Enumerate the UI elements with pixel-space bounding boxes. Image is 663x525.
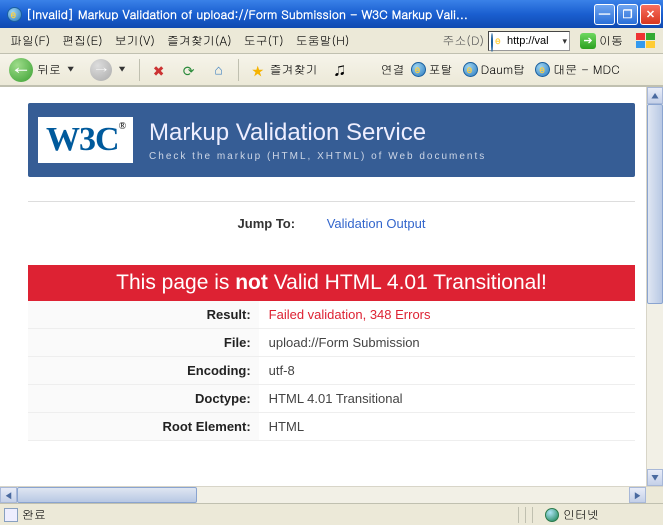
- go-label: 이동: [599, 32, 623, 49]
- status-separator: [525, 507, 526, 523]
- media-button[interactable]: 🎜: [327, 60, 353, 80]
- ie-page-icon: [411, 62, 426, 77]
- doctype-header: Doctype:: [28, 385, 259, 413]
- scroll-down-button[interactable]: ▼: [647, 469, 663, 486]
- file-header: File:: [28, 329, 259, 357]
- page-title: Markup Validation Service: [149, 119, 486, 147]
- menu-help[interactable]: 도움말(H): [290, 29, 356, 52]
- stop-icon: ✖: [151, 62, 167, 78]
- refresh-button[interactable]: ⟳: [176, 60, 202, 80]
- content-viewport: W3C® Markup Validation Service Check the…: [0, 86, 663, 486]
- back-arrow-icon: ←: [9, 58, 33, 82]
- file-value: upload://Form Submission: [259, 329, 635, 357]
- result-header: Result:: [28, 301, 259, 329]
- status-text: 완료: [22, 506, 46, 523]
- scroll-thumb[interactable]: [647, 104, 663, 304]
- home-icon: ⌂: [211, 62, 227, 78]
- ie-page-icon: [463, 62, 478, 77]
- table-row: Doctype: HTML 4.01 Transitional: [28, 385, 635, 413]
- jump-to-row: Jump To: Validation Output: [28, 216, 635, 245]
- navigation-toolbar: ← 뒤로 ▼ → ▼ ✖ ⟳ ⌂ ★ 즐겨찾기 🎜 연결 포탈 Daum탑 대문…: [0, 54, 663, 86]
- page-favicon: [491, 34, 505, 48]
- home-button[interactable]: ⌂: [206, 60, 232, 80]
- menu-tools[interactable]: 도구(T): [238, 29, 290, 52]
- vertical-scrollbar[interactable]: ▲ ▼: [646, 87, 663, 486]
- encoding-value: utf-8: [259, 357, 635, 385]
- bookmark-link-1[interactable]: 포탈: [407, 59, 457, 80]
- window-titlebar: [Invalid] Markup Validation of upload://…: [0, 0, 663, 28]
- page-subtitle: Check the markup (HTML, XHTML) of Web do…: [149, 151, 486, 162]
- jump-to-label: Jump To:: [238, 216, 296, 231]
- validation-result-banner: This page is not Valid HTML 4.01 Transit…: [28, 265, 635, 301]
- doctype-value: HTML 4.01 Transitional: [259, 385, 635, 413]
- star-icon: ★: [250, 62, 266, 78]
- toolbar-separator: [139, 59, 140, 81]
- status-separator: [532, 507, 533, 523]
- stop-button[interactable]: ✖: [146, 60, 172, 80]
- security-zone[interactable]: 인터넷: [539, 506, 659, 523]
- toolbar-separator: [238, 59, 239, 81]
- ie-page-icon: [535, 62, 550, 77]
- table-row: Result: Failed validation, 348 Errors: [28, 301, 635, 329]
- w3c-logo[interactable]: W3C®: [38, 117, 133, 163]
- bookmark-link-3[interactable]: 대문 - MDC: [531, 59, 624, 80]
- bookmark-link-2[interactable]: Daum탑: [459, 59, 530, 80]
- validation-output-link[interactable]: Validation Output: [327, 216, 426, 231]
- result-value: Failed validation, 348 Errors: [259, 301, 635, 329]
- menu-view[interactable]: 보기(V): [109, 29, 161, 52]
- menu-favorites[interactable]: 즐겨찾기(A): [161, 29, 238, 52]
- root-element-header: Root Element:: [28, 413, 259, 441]
- media-icon: 🎜: [332, 62, 348, 78]
- zone-label: 인터넷: [563, 506, 599, 523]
- address-label: 주소(D): [442, 32, 484, 49]
- refresh-icon: ⟳: [181, 62, 197, 78]
- root-element-value: HTML: [259, 413, 635, 441]
- favorites-button[interactable]: ★ 즐겨찾기: [245, 59, 323, 80]
- scroll-up-button[interactable]: ▲: [647, 87, 663, 104]
- forward-dropdown-icon[interactable]: ▼: [118, 64, 125, 75]
- address-input[interactable]: [507, 35, 562, 47]
- scroll-left-button[interactable]: ◀: [0, 487, 17, 503]
- ie-icon: [6, 6, 22, 22]
- scroll-right-button[interactable]: ▶: [629, 487, 646, 503]
- go-arrow-icon: ➔: [580, 33, 596, 49]
- scroll-track-horizontal[interactable]: [197, 487, 629, 503]
- table-row: File: upload://Form Submission: [28, 329, 635, 357]
- menu-file[interactable]: 파일(F): [4, 29, 56, 52]
- menu-bar: 파일(F) 편집(E) 보기(V) 즐겨찾기(A) 도구(T) 도움말(H) 주…: [0, 28, 663, 54]
- validation-result-table: Result: Failed validation, 348 Errors Fi…: [28, 301, 635, 441]
- go-button[interactable]: ➔ 이동: [576, 32, 627, 49]
- scroll-thumb-horizontal[interactable]: [17, 487, 197, 503]
- table-row: Encoding: utf-8: [28, 357, 635, 385]
- address-dropdown-icon[interactable]: ▾: [562, 34, 567, 47]
- close-button[interactable]: ✕: [640, 4, 661, 25]
- menu-edit[interactable]: 편집(E): [56, 29, 109, 52]
- back-button[interactable]: ← 뒤로 ▼: [4, 56, 81, 84]
- minimize-button[interactable]: ━: [594, 4, 615, 25]
- w3c-validator-header: W3C® Markup Validation Service Check the…: [28, 103, 635, 177]
- address-combo[interactable]: ▾: [488, 31, 570, 51]
- back-dropdown-icon[interactable]: ▼: [67, 64, 74, 75]
- divider: [28, 201, 635, 202]
- forward-button[interactable]: → ▼: [85, 57, 132, 83]
- encoding-header: Encoding:: [28, 357, 259, 385]
- links-label: 연결: [381, 61, 405, 78]
- windows-flag-icon[interactable]: [633, 30, 659, 52]
- scroll-track[interactable]: [647, 304, 663, 469]
- status-separator: [518, 507, 519, 523]
- status-bar: 완료 인터넷: [0, 503, 663, 525]
- window-title: [Invalid] Markup Validation of upload://…: [26, 6, 594, 23]
- table-row: Root Element: HTML: [28, 413, 635, 441]
- scroll-corner: [646, 487, 663, 503]
- maximize-button[interactable]: ❐: [617, 4, 638, 25]
- horizontal-scrollbar[interactable]: ◀ ▶: [0, 486, 663, 503]
- forward-arrow-icon: →: [90, 59, 112, 81]
